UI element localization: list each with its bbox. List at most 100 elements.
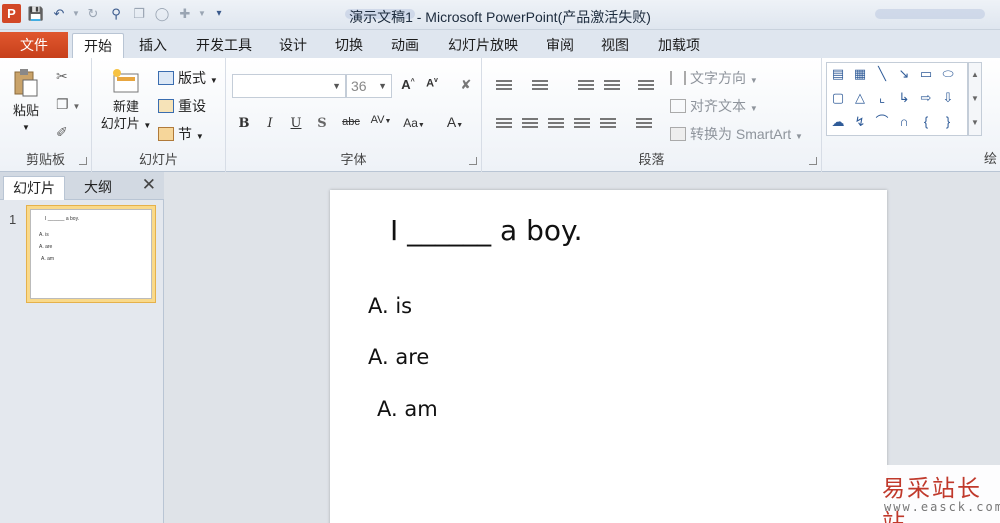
decrease-indent-icon[interactable] <box>578 80 594 92</box>
distributed-icon[interactable] <box>600 118 616 130</box>
clear-format-icon[interactable]: ✘ <box>456 77 476 93</box>
scroll-down-icon[interactable]: ▼ <box>969 87 981 111</box>
grow-font-icon[interactable]: A^ <box>398 77 418 92</box>
scribble-shape-icon[interactable]: ↯ <box>851 113 869 131</box>
group-font: ▼ 36 ▼ A^ Av ✘ B I U S abc AV▼ Aa▼ A▼ 字体 <box>226 58 482 172</box>
clipboard-launcher-icon[interactable] <box>79 157 87 165</box>
tab-review[interactable]: 审阅 <box>537 33 583 58</box>
tab-slideshow[interactable]: 幻灯片放映 <box>438 33 528 58</box>
tab-developer[interactable]: 开发工具 <box>186 33 262 58</box>
bullets-icon[interactable] <box>496 80 512 92</box>
font-size-combo[interactable]: 36 ▼ <box>346 74 392 98</box>
copy-icon[interactable]: ❐ ▼ <box>56 96 80 113</box>
slides-group-label: 幻灯片 <box>138 152 178 167</box>
tab-animations[interactable]: 动画 <box>382 33 428 58</box>
paste-button[interactable]: 粘贴 ▼ <box>6 68 46 136</box>
option-a-are[interactable]: A. are <box>368 345 429 369</box>
clipboard-group-label: 剪贴板 <box>25 152 65 167</box>
rounded-rect-shape-icon[interactable]: ▢ <box>829 89 847 107</box>
layout-button[interactable]: 版式 ▼ <box>158 68 218 88</box>
align-right-icon[interactable] <box>548 118 564 130</box>
arrow-line-shape-icon[interactable]: ↘ <box>895 65 913 83</box>
arc-shape-icon[interactable]: ⌒ <box>873 113 891 131</box>
textbox-shape-icon[interactable]: ▤ <box>829 65 847 83</box>
thumbnail-option: A. am <box>41 256 55 262</box>
italic-icon[interactable]: I <box>260 116 280 131</box>
shrink-font-icon[interactable]: Av <box>422 77 442 90</box>
shadow-icon[interactable]: S <box>312 116 332 131</box>
tab-file[interactable]: 文件 <box>0 32 68 58</box>
tab-transitions[interactable]: 切换 <box>326 33 372 58</box>
smartart-icon <box>670 127 686 141</box>
vertical-textbox-shape-icon[interactable]: ▦ <box>851 65 869 83</box>
close-icon[interactable]: ✕ <box>142 175 156 195</box>
right-brace-shape-icon[interactable]: } <box>939 113 957 131</box>
tab-insert[interactable]: 插入 <box>130 33 176 58</box>
triangle-shape-icon[interactable]: △ <box>851 89 869 107</box>
font-color-icon[interactable]: A▼ <box>442 114 468 130</box>
numbering-icon[interactable] <box>532 80 548 92</box>
char-spacing-icon[interactable]: AV▼ <box>368 114 394 126</box>
oval-shape-icon[interactable]: ⬭ <box>939 65 957 83</box>
underline-icon[interactable]: U <box>286 116 306 131</box>
dropdown-icon: ▼ <box>378 81 387 91</box>
thumbnail-option: A. are <box>39 244 53 250</box>
tab-home[interactable]: 开始 <box>72 33 124 58</box>
new-slide-button[interactable]: 新建 幻灯片 ▼ <box>96 68 156 134</box>
bold-icon[interactable]: B <box>234 116 254 131</box>
strikethrough-icon[interactable]: abc <box>338 116 364 128</box>
section-button[interactable]: 节 ▼ <box>158 124 204 144</box>
group-slides: 新建 幻灯片 ▼ 版式 ▼ 重设 节 ▼ 幻灯片 <box>92 58 226 172</box>
right-arrow-shape-icon[interactable]: ⇨ <box>917 89 935 107</box>
justify-icon[interactable] <box>574 118 590 130</box>
font-name-combo[interactable]: ▼ <box>232 74 346 98</box>
window-title: 演示文稿1 - Microsoft PowerPoint(产品激活失败) <box>349 9 651 25</box>
freeform-shape-icon[interactable]: ☁ <box>829 113 847 131</box>
line-shape-icon[interactable]: ╲ <box>873 65 891 83</box>
curve-shape-icon[interactable]: ∩ <box>895 113 913 131</box>
convert-smartart-button[interactable]: 转换为 SmartArt ▼ <box>670 124 803 144</box>
option-a-am[interactable]: A. am <box>377 397 438 421</box>
align-left-icon[interactable] <box>496 118 512 130</box>
paste-icon <box>14 69 38 97</box>
left-brace-shape-icon[interactable]: { <box>917 113 935 131</box>
slide-thumbnail[interactable]: I ______ a boy. A. is A. are A. am <box>26 205 156 303</box>
tab-view[interactable]: 视图 <box>592 33 638 58</box>
line-spacing-icon[interactable] <box>638 80 654 92</box>
more-icon[interactable]: ▼ <box>969 111 981 135</box>
option-a-is[interactable]: A. is <box>368 294 412 318</box>
text-direction-icon <box>670 71 686 85</box>
font-launcher-icon[interactable] <box>469 157 477 165</box>
thumbnail-option: A. is <box>39 232 49 238</box>
cut-icon[interactable]: ✂ <box>56 68 68 85</box>
text-direction-button[interactable]: 文字方向 ▼ <box>670 68 758 88</box>
down-arrow-shape-icon[interactable]: ⇩ <box>939 89 957 107</box>
format-painter-icon[interactable]: ✐ <box>56 124 68 141</box>
tab-design[interactable]: 设计 <box>270 33 316 58</box>
change-case-icon[interactable]: Aa▼ <box>400 116 428 130</box>
thumbnail-content: I ______ a boy. A. is A. are A. am <box>30 209 152 299</box>
scroll-up-icon[interactable]: ▲ <box>969 63 981 87</box>
reset-button[interactable]: 重设 <box>158 96 206 116</box>
slides-panel: 幻灯片 大纲 ✕ 1 I ______ a boy. A. is A. are … <box>0 172 164 523</box>
group-clipboard: 粘贴 ▼ ✂ ❐ ▼ ✐ 剪贴板 <box>0 58 92 172</box>
shapes-scroll[interactable]: ▲ ▼ ▼ <box>968 62 982 136</box>
tab-outline[interactable]: 大纲 <box>70 176 126 200</box>
paragraph-launcher-icon[interactable] <box>809 157 817 165</box>
elbow-connector-shape-icon[interactable]: ⌞ <box>873 89 891 107</box>
slide[interactable]: I ______ a boy. A. is A. are A. am <box>330 190 887 523</box>
tab-addins[interactable]: 加载项 <box>648 33 710 58</box>
paste-label: 粘贴 <box>12 103 39 118</box>
ribbon: 粘贴 ▼ ✂ ❐ ▼ ✐ 剪贴板 新建 幻灯片 ▼ 版式 ▼ 重设 节 ▼ 幻灯… <box>0 58 1000 172</box>
elbow-arrow-shape-icon[interactable]: ↳ <box>895 89 913 107</box>
slide-title[interactable]: I ______ a boy. <box>390 214 583 247</box>
rectangle-shape-icon[interactable]: ▭ <box>917 65 935 83</box>
tab-slides[interactable]: 幻灯片 <box>3 176 65 200</box>
columns-icon[interactable] <box>636 118 652 130</box>
increase-indent-icon[interactable] <box>604 80 620 92</box>
align-center-icon[interactable] <box>522 118 538 130</box>
thumbnail-title: I ______ a boy. <box>45 216 80 222</box>
shapes-gallery[interactable]: ▤ ▦ ╲ ↘ ▭ ⬭ ▢ △ ⌞ ↳ ⇨ ⇩ ☁ ↯ ⌒ ∩ { } <box>826 62 968 136</box>
slide-number: 1 <box>9 212 17 227</box>
align-text-button[interactable]: 对齐文本 ▼ <box>670 96 758 116</box>
